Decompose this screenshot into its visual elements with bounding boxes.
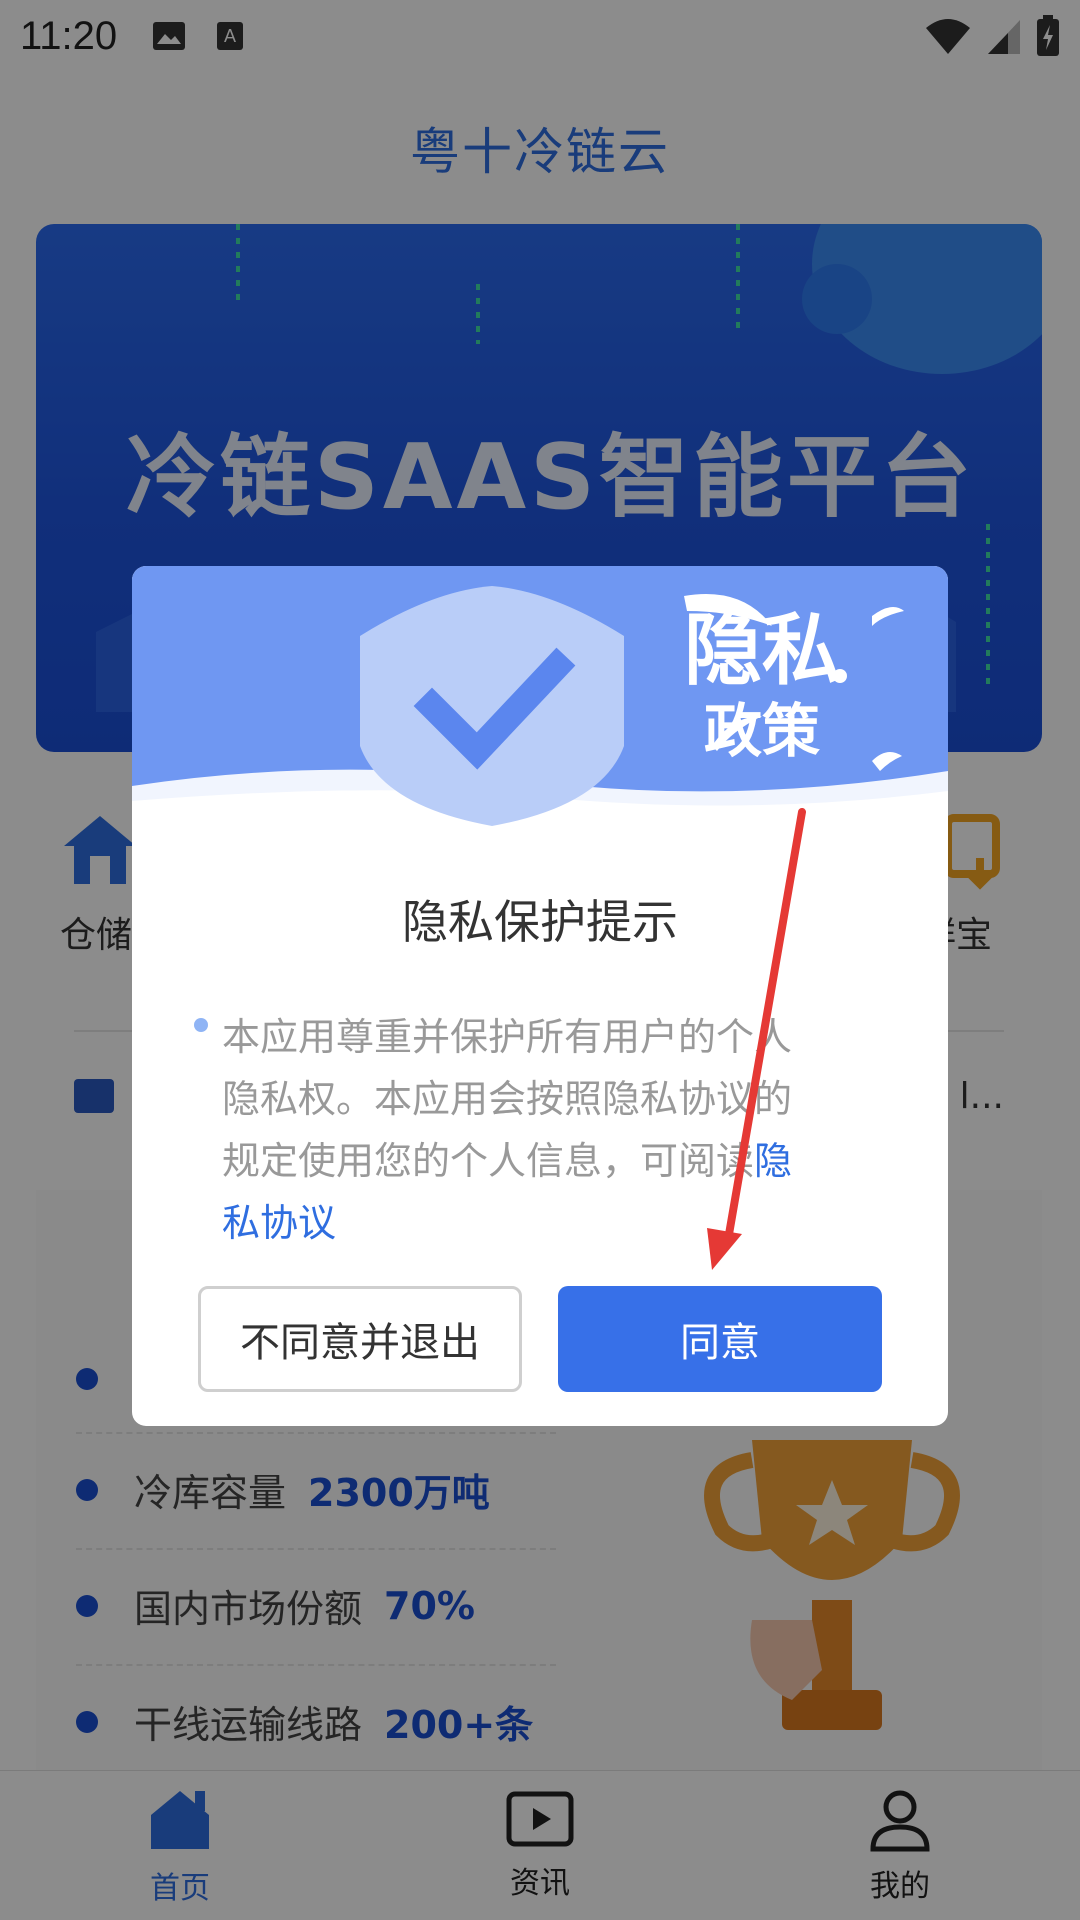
agree-button[interactable]: 同意	[558, 1286, 882, 1392]
privacy-dialog: 隐私 政策 隐私保护提示 本应用尊重并保护所有用户的个人隐私权。本应用会按照隐私…	[132, 566, 948, 1426]
dialog-body: 本应用尊重并保护所有用户的个人隐私权。本应用会按照隐私协议的规定使用您的个人信息…	[222, 1006, 822, 1254]
privacy-header-line1: 隐私	[683, 606, 840, 696]
dialog-title: 隐私保护提示	[402, 895, 678, 949]
decline-exit-button[interactable]: 不同意并退出	[198, 1286, 522, 1392]
privacy-header-text: 隐私 政策	[642, 606, 882, 766]
bullet-dot-icon	[194, 1018, 208, 1032]
dialog-body-text: 本应用尊重并保护所有用户的个人隐私权。本应用会按照隐私协议的规定使用您的个人信息…	[222, 1015, 793, 1183]
privacy-header-line2: 政策	[703, 697, 820, 765]
